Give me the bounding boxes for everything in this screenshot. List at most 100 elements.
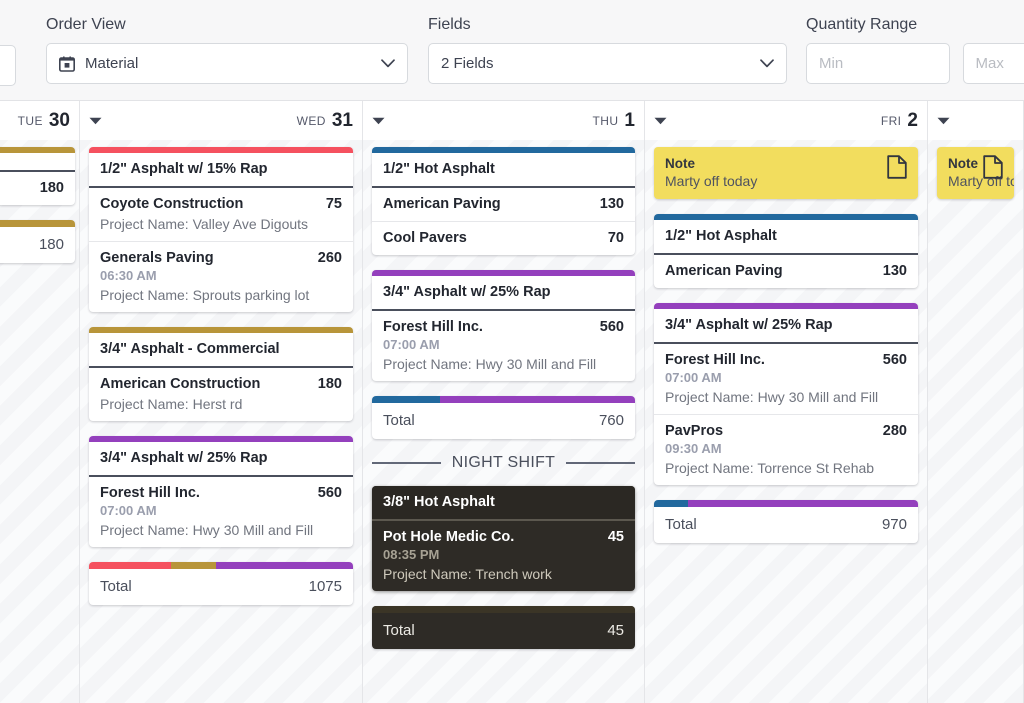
order-row[interactable]: American Paving 130	[372, 188, 635, 222]
day-column: THU 1 1/2" Hot Asphalt American Paving 130 Co…	[363, 101, 645, 703]
chevron-down-icon	[760, 59, 774, 68]
material-card[interactable]: 3/4" Asphalt w/ 25% Rap Forest Hill Inc. 5…	[372, 270, 635, 381]
order-row-main: Generals Paving 260	[100, 250, 342, 266]
order-quantity: 130	[882, 263, 907, 279]
order-customer: Pot Hole Medic Co.	[383, 529, 515, 545]
quantity-min-input[interactable]: Min	[806, 43, 950, 84]
order-customer: Forest Hill Inc.	[383, 319, 483, 335]
order-time: 09:30 AM	[665, 441, 722, 456]
material-card[interactable]: 3/4" Asphalt - Commercial American Constr…	[89, 327, 353, 421]
note-title: Note	[948, 156, 978, 171]
order-row-main: Cool Pavers 70	[383, 230, 624, 246]
total-bar-segment	[170, 562, 216, 569]
total-bar-segment	[688, 500, 918, 507]
clipped-left-input[interactable]	[0, 45, 16, 86]
day-of-week: WED	[296, 113, 326, 128]
fields-value: 2 Fields	[441, 55, 494, 72]
total-row: 180	[0, 227, 75, 263]
day-header: FRI 2	[645, 101, 927, 140]
total-value: 970	[881, 516, 907, 533]
order-row-main: American Construction 180	[100, 376, 342, 392]
note-title: Note	[665, 156, 695, 171]
fields-select[interactable]: 2 Fields	[428, 43, 787, 84]
order-time: 07:00 AM	[665, 370, 722, 385]
caret-down-icon[interactable]	[937, 117, 950, 125]
order-row[interactable]: Forest Hill Inc. 560 07:00 AM Project Name:…	[372, 311, 635, 381]
order-quantity: 75	[325, 196, 342, 212]
order-quantity: 130	[599, 196, 624, 212]
order-row[interactable]: 180	[0, 172, 75, 205]
total-row: Total 970	[654, 507, 918, 543]
total-row: Total 760	[372, 403, 635, 439]
order-customer: Coyote Construction	[100, 196, 244, 212]
note-body: Marty off today	[665, 173, 758, 189]
order-time: 07:00 AM	[383, 337, 440, 352]
order-row[interactable]: Cool Pavers 70	[372, 222, 635, 255]
material-card[interactable]: 3/4" Asphalt w/ 25% Rap Forest Hill Inc. 5…	[89, 436, 353, 547]
day-body: Note Marty off today	[937, 140, 1014, 199]
material-card[interactable]: 1/2" Hot Asphalt American Paving 130 Cool P…	[372, 147, 635, 255]
order-row-main: American Paving 130	[383, 196, 624, 212]
order-view-value: Material	[85, 55, 139, 72]
order-quantity: 70	[607, 230, 624, 246]
night-shift-label: NIGHT SHIFT	[451, 454, 556, 471]
material-card[interactable]: 180	[0, 147, 75, 205]
total-value: 45	[607, 622, 624, 639]
material-card[interactable]: 3/8" Hot Asphalt Pot Hole Medic Co. 45 08:3…	[372, 486, 635, 591]
chevron-down-icon	[381, 59, 395, 68]
day-header: THU 1	[363, 101, 644, 140]
material-card-title: 3/4" Asphalt - Commercial	[89, 333, 353, 368]
caret-down-icon[interactable]	[654, 117, 667, 125]
order-view-select[interactable]: Material	[46, 43, 408, 84]
order-customer: PavPros	[665, 423, 724, 439]
day-column: TUE 30 180 180	[0, 101, 80, 703]
total-bar-segment	[372, 396, 441, 403]
document-icon[interactable]	[983, 155, 1003, 179]
material-card-title: 1/2" Asphalt w/ 15% Rap	[89, 153, 353, 188]
order-row[interactable]: Generals Paving 260 06:30 AM Project Name: …	[89, 242, 353, 312]
day-number: 2	[907, 110, 918, 131]
material-card-title: 1/2" Hot Asphalt	[372, 153, 635, 188]
caret-down-icon[interactable]	[89, 117, 102, 125]
caret-down-icon[interactable]	[372, 117, 385, 125]
document-icon[interactable]	[887, 155, 907, 179]
order-row[interactable]: Coyote Construction 75 Project Name: Valle…	[89, 188, 353, 242]
total-distribution-bar	[372, 606, 635, 613]
order-row[interactable]: PavPros 280 09:30 AM Project Name: Torrence…	[654, 415, 918, 485]
day-total-card: 180	[0, 220, 75, 263]
order-row[interactable]: American Paving 130	[654, 255, 918, 288]
quantity-max-input[interactable]: Max	[962, 43, 1024, 84]
order-customer: Generals Paving	[100, 250, 214, 266]
calendar-grid: TUE 30 180 180 WED 31 1/2" Asphalt w/ 15% Rap C…	[0, 101, 1024, 703]
material-card[interactable]: 3/4" Asphalt w/ 25% Rap Forest Hill Inc. 5…	[654, 303, 918, 485]
filter-group-clipped	[0, 45, 16, 86]
day-of-week: TUE	[17, 113, 43, 128]
order-row[interactable]: American Construction 180 Project Name: He…	[89, 368, 353, 421]
material-card-title: 1/2" Hot Asphalt	[654, 220, 918, 255]
separator-line	[566, 462, 636, 464]
order-row[interactable]: Pot Hole Medic Co. 45 08:35 PM Project Name…	[372, 521, 635, 591]
quantity-range-label: Quantity Range	[806, 16, 918, 33]
material-card-title: 3/4" Asphalt w/ 25% Rap	[372, 276, 635, 311]
material-card[interactable]: 1/2" Asphalt w/ 15% Rap Coyote Constructi…	[89, 147, 353, 312]
order-row[interactable]: Forest Hill Inc. 560 07:00 AM Project Name:…	[654, 344, 918, 415]
order-row[interactable]: Forest Hill Inc. 560 07:00 AM Project Name:…	[89, 477, 353, 547]
day-header	[928, 101, 1023, 140]
order-project: Project Name: Trench work	[383, 566, 552, 582]
order-customer: Forest Hill Inc.	[665, 352, 765, 368]
total-bar-segment	[372, 606, 635, 613]
note-card[interactable]: Note Marty off today	[654, 147, 918, 199]
note-card[interactable]: Note Marty off today	[937, 147, 1014, 199]
day-body: Note Marty off today 1/2" Hot Asphalt Ameri…	[654, 140, 918, 543]
total-row: Total 1075	[89, 569, 353, 605]
material-card-title: 3/4" Asphalt w/ 25% Rap	[89, 442, 353, 477]
fields-label: Fields	[428, 16, 471, 33]
quantity-max-placeholder: Max	[975, 55, 1004, 72]
day-number: 1	[624, 110, 635, 131]
order-row-main: American Paving 130	[665, 263, 907, 279]
material-card-title: 3/4" Asphalt w/ 25% Rap	[654, 309, 918, 344]
total-value: 1075	[308, 578, 342, 595]
total-label: Total	[100, 578, 132, 595]
material-card[interactable]: 1/2" Hot Asphalt American Paving 130	[654, 214, 918, 288]
order-project: Project Name: Hwy 30 Mill and Fill	[665, 389, 879, 405]
